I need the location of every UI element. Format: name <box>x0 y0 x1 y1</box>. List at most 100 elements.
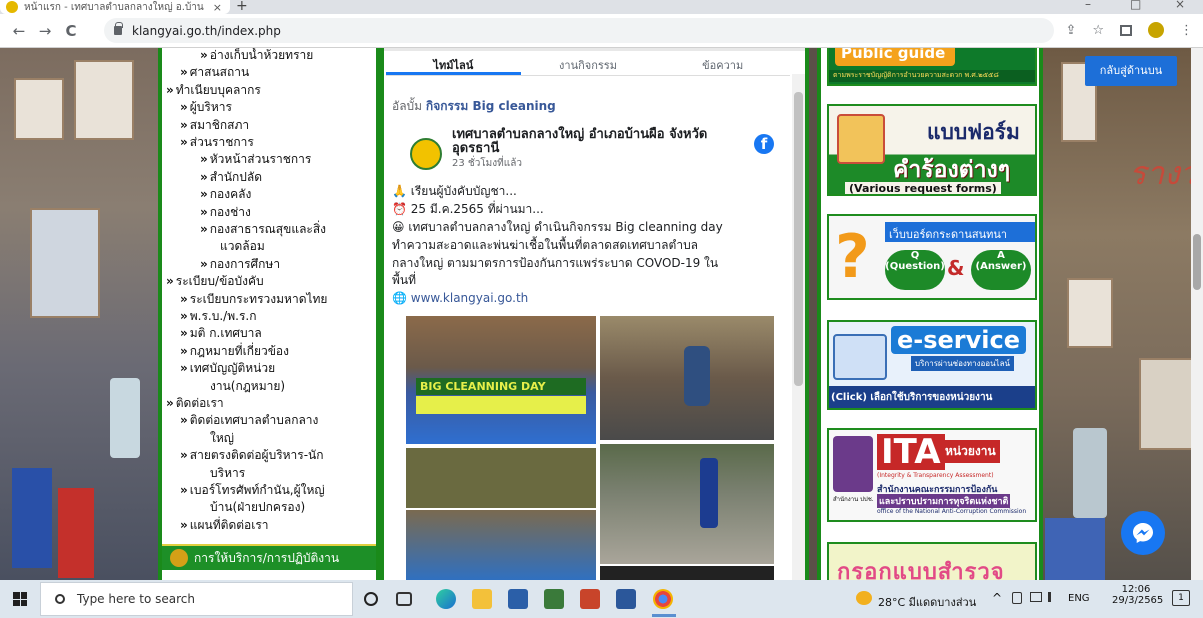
sidebar-item[interactable]: » สายตรงติดต่อผู้บริหาร-นัก <box>180 448 324 462</box>
language-indicator[interactable]: ENG <box>1068 593 1090 604</box>
share-icon[interactable]: ⇪ <box>1065 23 1076 38</box>
tab-timeline[interactable]: ไทม์ไลน์ <box>386 52 521 75</box>
sidebar-item[interactable]: » อ่างเก็บน้ำห้วยทราย <box>200 48 313 62</box>
task-view-icon[interactable] <box>396 592 412 606</box>
side-panel-icon[interactable] <box>1120 24 1132 36</box>
sidebar-item[interactable]: » หัวหน้าส่วนราชการ <box>200 152 311 166</box>
public-guide-banner[interactable]: Public guide ตามพระราชบัญญัติการอำนวยควา… <box>827 48 1037 86</box>
tab-messages[interactable]: ข้อความ <box>655 52 790 75</box>
sidebar-item[interactable]: » เบอร์โทรศัพท์กำนัน,ผู้ใหญ่ <box>180 483 325 497</box>
close-window-button[interactable]: × <box>1175 0 1185 11</box>
store-icon[interactable] <box>508 589 528 609</box>
album-photo-5[interactable] <box>406 510 596 580</box>
request-forms-banner[interactable]: แบบฟอร์ม คำร้องต่างๆ (Various request fo… <box>827 104 1037 196</box>
album-link[interactable]: กิจกรรม Big cleaning <box>426 99 556 113</box>
sidebar-item[interactable]: » สำนักปลัด <box>200 170 262 184</box>
tab-events[interactable]: งานกิจกรรม <box>521 52 656 75</box>
feed-scrollbar-thumb[interactable] <box>794 92 803 386</box>
chevron-double-right-icon: » <box>200 187 208 202</box>
sidebar-item[interactable]: » ระเบียบกระทรวงมหาดไทย <box>180 292 327 306</box>
sidebar-item[interactable]: » ติดต่อเรา <box>166 396 224 410</box>
sidebar-item[interactable]: » กฎหมายที่เกี่ยวข้อง <box>180 344 289 358</box>
post-time[interactable]: 23 ชั่วโมงที่แล้ว <box>452 156 522 172</box>
browser-menu-icon[interactable]: ⋮ <box>1180 23 1193 38</box>
forward-button[interactable]: → <box>32 22 58 40</box>
sidebar-item[interactable]: » ทำเนียบบุคลากร <box>166 83 261 97</box>
taskbar-search-box[interactable]: Type here to search <box>40 582 353 616</box>
chrome-icon[interactable] <box>653 589 673 609</box>
sidebar-item-label: กฎหมายที่เกี่ยวข้อง <box>189 343 289 358</box>
file-explorer-icon[interactable] <box>472 589 492 609</box>
maximize-button[interactable]: □ <box>1130 0 1141 11</box>
webboard-banner[interactable]: ? เว็บบอร์ดกระดานสนทนา Q (Question) & A (A… <box>827 214 1037 300</box>
messenger-chat-button[interactable] <box>1121 511 1165 555</box>
post-website-link[interactable]: 🌐 www.klangyai.go.th <box>392 290 528 306</box>
service-menu-bar[interactable]: การให้บริการ/การปฏิบัติงาน <box>162 544 376 570</box>
volume-icon[interactable] <box>1048 592 1060 602</box>
tab-title: หน้าแรก - เทศบาลตำบลกลางใหญ่ อ.บ้านผือ จ… <box>24 1 204 13</box>
word-icon[interactable] <box>616 589 636 609</box>
album-photo-4[interactable] <box>600 444 774 564</box>
sidebar-item[interactable]: » กองสาธารณสุขและสิ่ง <box>200 222 326 236</box>
a-label: (Answer) <box>975 261 1027 272</box>
new-tab-button[interactable]: + <box>236 0 248 14</box>
url-text[interactable]: klangyai.go.th/index.php <box>132 24 281 38</box>
reload-button[interactable]: C <box>58 22 84 40</box>
back-to-top-button[interactable]: กลับสู่ด้านบน <box>1085 56 1177 86</box>
start-button[interactable] <box>0 580 40 618</box>
q-letter: Q <box>910 250 920 261</box>
survey-banner[interactable]: กรอกแบบสำรวจ <box>827 542 1037 580</box>
page-scrollbar-thumb[interactable] <box>1193 234 1201 290</box>
address-bar[interactable]: klangyai.go.th/index.php <box>104 18 1054 43</box>
photos-icon[interactable] <box>544 589 564 609</box>
sidebar-item[interactable]: » ติดต่อเทศบาลตำบลกลาง <box>180 413 318 427</box>
page-name-line2[interactable]: อุดรธานี <box>452 141 499 157</box>
sidebar-item[interactable]: » ส่วนราชการ <box>180 135 254 149</box>
sidebar-item[interactable]: » กองช่าง <box>200 205 251 219</box>
sidebar-item[interactable]: » ระเบียบ/ข้อบังคับ <box>166 274 264 288</box>
sidebar-item[interactable]: » เทศบัญญัติหน่วย <box>180 361 275 375</box>
sidebar-item-label: ติดต่อเทศบาลตำบลกลาง <box>189 413 319 428</box>
clock[interactable]: 12:06 29/3/2565 <box>1112 584 1163 606</box>
ita-banner[interactable]: สำนักงาน ปปช. ITA หน่วยงาน (Integrity & … <box>827 428 1037 522</box>
edge-icon[interactable] <box>436 589 456 609</box>
profile-avatar[interactable] <box>1148 22 1164 38</box>
tray-expand-icon[interactable]: ^ <box>992 591 1002 605</box>
weather-text[interactable]: 28°C มีแดดบางส่วน <box>878 593 976 611</box>
public-guide-subtitle: ตามพระราชบัญญัติการอำนวยความสะดวก พ.ศ.๒๕… <box>829 70 1035 82</box>
glass-award <box>1073 428 1107 518</box>
sidebar-item[interactable]: » แผนที่ติดต่อเรา <box>180 518 269 532</box>
weather-icon[interactable] <box>856 591 872 605</box>
page-scrollbar[interactable] <box>1191 48 1203 580</box>
tab-close-icon[interactable]: × <box>213 1 222 14</box>
album-photo-1[interactable]: BIG CLEANNING DAY <box>406 316 596 444</box>
sidebar-item-label: เทศบัญญัติหน่วย <box>189 361 276 376</box>
album-photo-6[interactable] <box>600 566 774 580</box>
sidebar-item[interactable]: » ผู้บริหาร <box>180 100 232 114</box>
sidebar-item[interactable]: » พ.ร.บ./พ.ร.ก <box>180 309 256 323</box>
sidebar-item[interactable]: » มติ ก.เทศบาล <box>180 326 262 340</box>
album-photo-2[interactable] <box>600 316 774 440</box>
eservice-banner[interactable]: e-service บริการผ่านช่องทางออนไลน์ (Clic… <box>827 320 1037 410</box>
browser-tab[interactable]: หน้าแรก - เทศบาลตำบลกลางใหญ่ อ.บ้านผือ จ… <box>0 0 230 14</box>
banner-stripe <box>416 396 586 414</box>
back-button[interactable]: ← <box>6 22 32 40</box>
sidebar-item[interactable]: » กองการศึกษา <box>200 257 280 271</box>
network-icon[interactable] <box>1030 592 1042 602</box>
bookmark-star-icon[interactable]: ☆ <box>1092 23 1104 38</box>
messenger-icon <box>1133 523 1153 543</box>
sidebar-item[interactable]: » ศาสนสถาน <box>180 65 249 79</box>
cortana-icon[interactable] <box>364 592 378 606</box>
certificate-frame <box>74 60 134 140</box>
page-avatar[interactable] <box>410 138 442 170</box>
onedrive-icon[interactable] <box>1012 592 1022 604</box>
powerpoint-icon[interactable] <box>580 589 600 609</box>
minimize-button[interactable]: – <box>1085 0 1091 11</box>
photo-figure <box>700 458 718 528</box>
facebook-logo-icon[interactable]: f <box>754 134 774 154</box>
sidebar-item[interactable]: » สมาชิกสภา <box>180 118 249 132</box>
album-photo-3[interactable] <box>406 448 596 508</box>
chevron-double-right-icon: » <box>180 135 188 149</box>
notifications-icon[interactable]: 1 <box>1172 590 1190 606</box>
sidebar-item[interactable]: » กองคลัง <box>200 187 251 201</box>
